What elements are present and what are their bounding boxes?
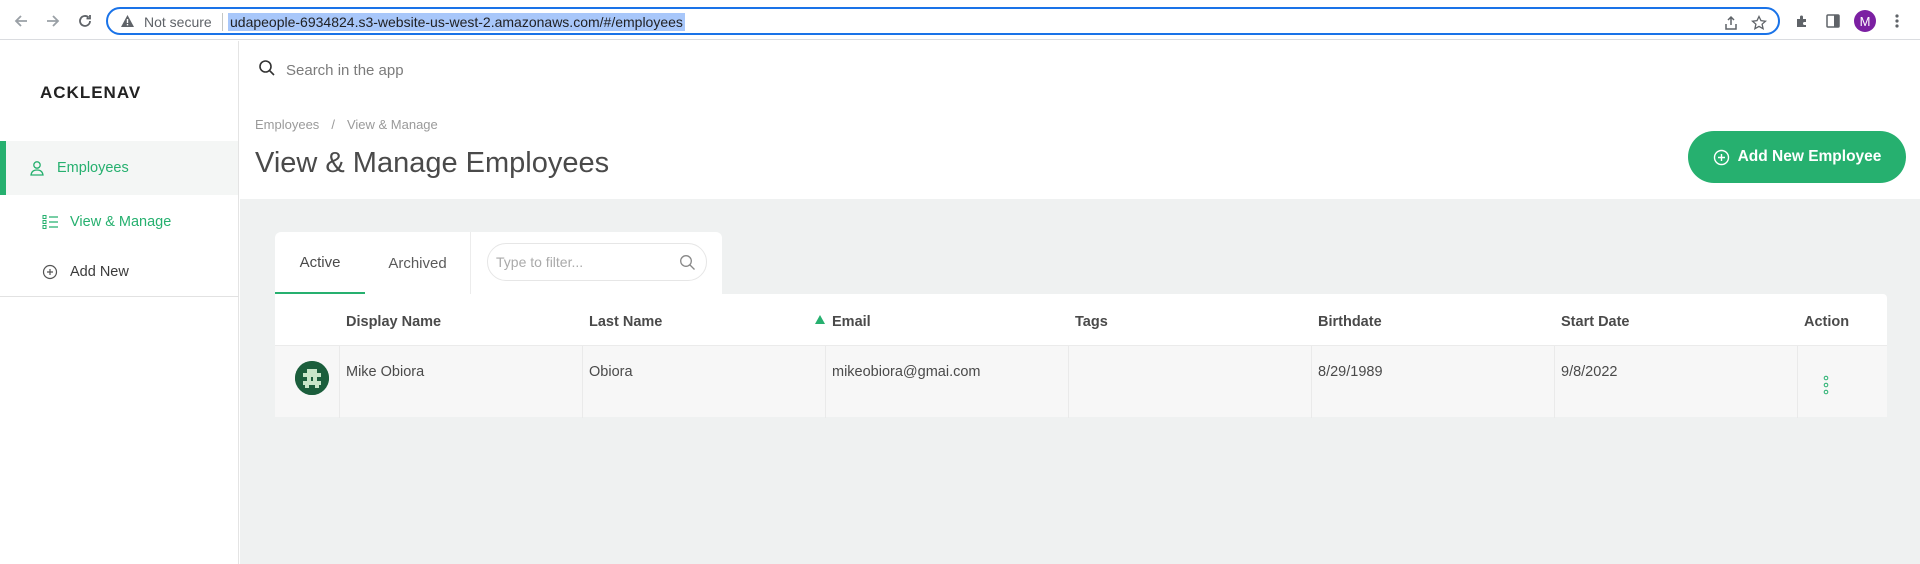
column-header-birthdate[interactable]: Birthdate [1318,314,1382,330]
sidebar-item-employees[interactable]: Employees [0,141,238,195]
tab-archived[interactable]: Archived [365,232,470,294]
url-text[interactable]: udapeople-6934824.s3-website-us-west-2.a… [228,13,685,31]
page-header: Search in the app Employees / View & Man… [240,41,1920,199]
search-input[interactable]: Search in the app [286,62,404,79]
column-divider [825,346,826,418]
cell-start-date: 9/8/2022 [1561,364,1618,380]
column-header-last-name[interactable]: Last Name [589,314,662,330]
extensions-icon[interactable] [1789,8,1815,34]
tabs-bar: Active Archived [275,232,722,294]
column-header-tags[interactable]: Tags [1075,314,1108,330]
user-icon [27,158,47,178]
page-title: View & Manage Employees [255,147,610,179]
not-secure-label[interactable]: Not secure [144,14,212,30]
filter-input[interactable] [496,250,666,274]
sidebar-divider [0,296,239,297]
forward-icon[interactable] [40,8,66,34]
logo[interactable]: ACKLENAV [40,83,141,103]
sidebar-item-label: Add New [70,264,129,280]
add-new-employee-button[interactable]: Add New Employee [1688,131,1906,183]
list-icon [40,212,60,232]
breadcrumb-view-manage: View & Manage [346,117,438,132]
add-new-employee-label: Add New Employee [1737,148,1882,165]
reload-icon[interactable] [72,8,98,34]
employees-table: Display Name Last Name Email Tags Birthd… [275,294,1887,418]
search-icon[interactable] [679,254,696,276]
column-divider [1311,346,1312,418]
column-header-action: Action [1804,314,1850,330]
side-panel-icon[interactable] [1820,8,1846,34]
profile-initial: M [1854,10,1876,32]
breadcrumb-separator: / [331,117,335,132]
column-divider [1554,346,1555,418]
cell-birthdate: 8/29/1989 [1318,364,1383,380]
sidebar-item-label: View & Manage [70,214,172,230]
sort-ascending-icon[interactable] [815,315,825,324]
bookmark-star-icon[interactable] [1748,12,1770,34]
sidebar: ACKLENAV Employees View & Manage Add New [0,41,239,564]
sidebar-item-view-manage[interactable]: View & Manage [0,195,238,249]
column-header-email[interactable]: Email [832,314,871,330]
address-bar[interactable]: Not secure udapeople-6934824.s3-website-… [106,7,1780,35]
column-divider [582,346,583,418]
column-divider [1068,346,1069,418]
cell-email: mikeobiora@gmai.com [832,364,981,380]
search-icon[interactable] [258,59,276,82]
sidebar-item-label: Employees [57,160,129,176]
content-area: Active Archived Display Name Last Name E… [240,199,1920,564]
column-header-start-date[interactable]: Start Date [1561,314,1630,330]
plus-circle-icon [1713,149,1730,166]
column-divider [1797,346,1798,418]
breadcrumb: Employees / View & Manage [255,117,438,132]
more-menu-icon[interactable] [1884,8,1910,34]
column-divider [339,346,340,418]
breadcrumb-employees[interactable]: Employees [255,117,319,132]
sidebar-item-add-new[interactable]: Add New [0,245,238,299]
cell-last-name: Obiora [589,364,633,380]
omnibox-divider [222,13,223,31]
warning-icon[interactable] [120,14,135,33]
plus-circle-icon [40,262,60,282]
column-header-display-name[interactable]: Display Name [346,314,441,330]
row-actions-menu-icon[interactable] [1821,375,1831,395]
avatar [295,361,329,395]
browser-toolbar: Not secure udapeople-6934824.s3-website-… [0,0,1920,40]
share-icon[interactable] [1720,12,1742,34]
tab-active[interactable]: Active [275,232,365,294]
profile-avatar[interactable]: M [1852,8,1878,34]
app-search[interactable]: Search in the app [258,59,404,82]
table-row[interactable]: Mike Obiora Obiora mikeobiora@gmai.com 8… [275,345,1887,418]
cell-display-name: Mike Obiora [346,364,425,380]
back-icon[interactable] [8,8,34,34]
tabs-divider [470,232,471,294]
filter-field[interactable] [487,243,707,281]
